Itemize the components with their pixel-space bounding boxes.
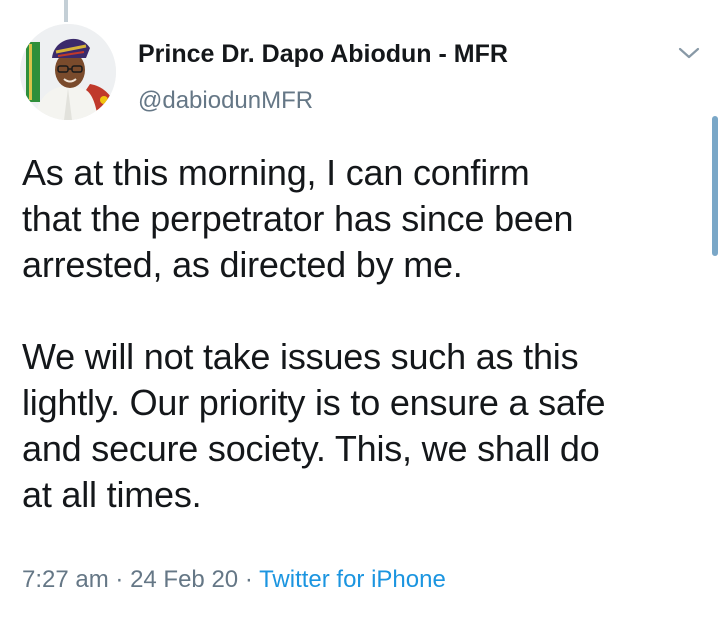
tweet-menu-button[interactable] xyxy=(676,42,702,64)
scrollbar-thumb[interactable] xyxy=(712,116,718,256)
tweet-time[interactable]: 7:27 am xyxy=(22,566,109,593)
tweet-metadata: 7:27 am · 24 Feb 20 · Twitter for iPhone xyxy=(22,566,446,594)
meta-separator: · xyxy=(244,566,253,593)
meta-separator: · xyxy=(115,566,124,593)
author-avatar[interactable] xyxy=(20,24,116,120)
author-handle[interactable]: @dabiodunMFR xyxy=(138,87,313,115)
author-display-name[interactable]: Prince Dr. Dapo Abiodun - MFR xyxy=(138,40,508,69)
tweet-text: As at this morning, I can confirm that t… xyxy=(22,152,606,515)
tweet-source-link[interactable]: Twitter for iPhone xyxy=(259,566,446,593)
thread-connector-line xyxy=(64,0,68,22)
avatar-image xyxy=(20,24,116,120)
chevron-down-icon xyxy=(678,47,700,59)
tweet-date[interactable]: 24 Feb 20 xyxy=(130,566,238,593)
